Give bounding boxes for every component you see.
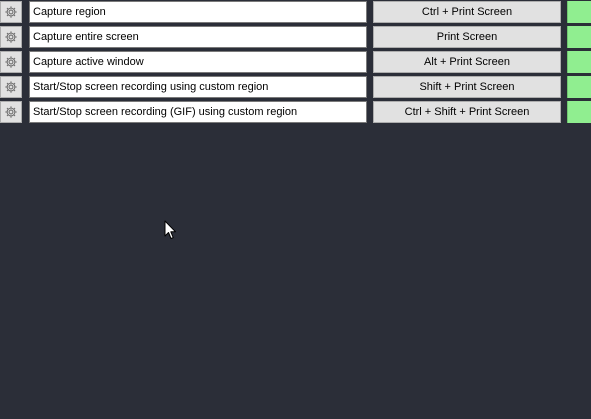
hotkey-settings-button[interactable] xyxy=(0,76,22,98)
hotkey-status-indicator xyxy=(567,51,591,73)
hotkey-settings-button[interactable] xyxy=(0,1,22,23)
mouse-cursor-icon xyxy=(164,220,176,239)
hotkey-status-indicator xyxy=(567,26,591,48)
hotkey-description-field[interactable]: Start/Stop screen recording (GIF) using … xyxy=(29,101,367,123)
hotkey-description-field[interactable]: Capture entire screen xyxy=(29,26,367,48)
hotkey-selector-button[interactable]: Ctrl + Shift + Print Screen xyxy=(373,101,561,123)
hotkey-selector-button[interactable]: Shift + Print Screen xyxy=(373,76,561,98)
hotkey-description-field[interactable]: Capture active window xyxy=(29,51,367,73)
hotkey-selector-button[interactable]: Alt + Print Screen xyxy=(373,51,561,73)
hotkey-status-indicator xyxy=(567,76,591,98)
hotkey-status-indicator xyxy=(567,1,591,23)
hotkey-settings-button[interactable] xyxy=(0,26,22,48)
hotkey-description-field[interactable]: Capture region xyxy=(29,1,367,23)
hotkey-selector-button[interactable]: Ctrl + Print Screen xyxy=(373,1,561,23)
hotkey-row-capture-region: Capture region Ctrl + Print Screen xyxy=(0,1,591,23)
gear-icon xyxy=(5,106,17,118)
hotkey-row-screen-recording-gif: Start/Stop screen recording (GIF) using … xyxy=(0,101,591,123)
hotkey-row-screen-recording: Start/Stop screen recording using custom… xyxy=(0,76,591,98)
gear-icon xyxy=(5,56,17,68)
hotkey-description-field[interactable]: Start/Stop screen recording using custom… xyxy=(29,76,367,98)
hotkey-status-indicator xyxy=(567,101,591,123)
hotkey-settings-button[interactable] xyxy=(0,51,22,73)
hotkey-row-capture-entire-screen: Capture entire screen Print Screen xyxy=(0,26,591,48)
hotkey-settings-button[interactable] xyxy=(0,101,22,123)
hotkey-selector-button[interactable]: Print Screen xyxy=(373,26,561,48)
gear-icon xyxy=(5,81,17,93)
gear-icon xyxy=(5,31,17,43)
gear-icon xyxy=(5,6,17,18)
hotkey-settings-panel: Capture region Ctrl + Print Screen Captu… xyxy=(0,0,591,419)
hotkey-row-capture-active-window: Capture active window Alt + Print Screen xyxy=(0,51,591,73)
